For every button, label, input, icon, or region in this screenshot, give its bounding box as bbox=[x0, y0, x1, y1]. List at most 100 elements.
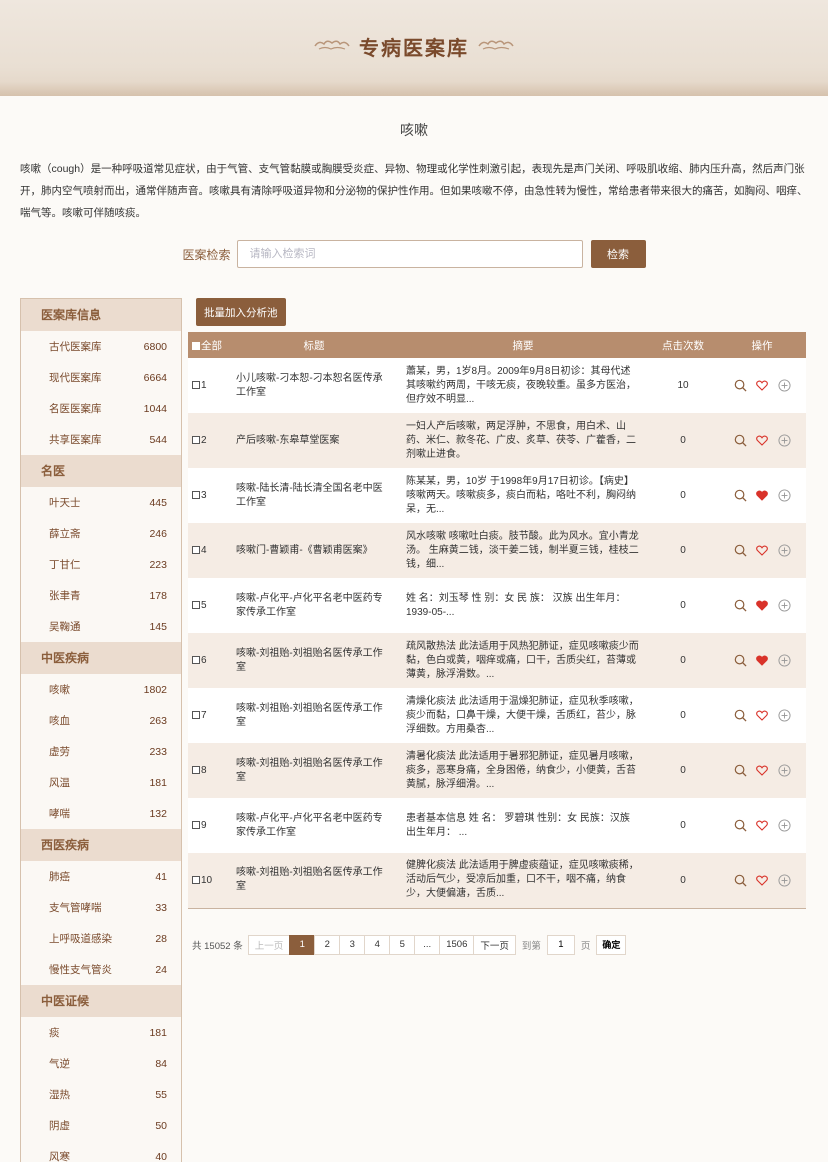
row-title[interactable]: 咳嗽-刘祖贻-刘祖贻名医传承工作室 bbox=[230, 743, 398, 798]
add-circle-icon[interactable] bbox=[777, 599, 791, 613]
view-search-icon[interactable] bbox=[733, 654, 747, 668]
sidebar-item[interactable]: 哮喘 132 bbox=[21, 798, 181, 829]
add-circle-icon[interactable] bbox=[777, 489, 791, 503]
heart-filled-icon[interactable] bbox=[755, 489, 769, 503]
sidebar-item[interactable]: 气逆 84 bbox=[21, 1048, 181, 1079]
row-title[interactable]: 小儿咳嗽-刁本恕-刁本恕名医传承工作室 bbox=[230, 358, 398, 413]
sidebar-item[interactable]: 张聿青 178 bbox=[21, 580, 181, 611]
sidebar-item[interactable]: 风温 181 bbox=[21, 767, 181, 798]
row-select-cell[interactable]: 1 bbox=[188, 358, 230, 413]
page-button[interactable]: 1506 bbox=[439, 934, 475, 955]
sidebar-item[interactable]: 共享医案库 544 bbox=[21, 424, 181, 455]
add-circle-icon[interactable] bbox=[777, 873, 791, 887]
row-checkbox[interactable] bbox=[192, 766, 200, 774]
select-all-checkbox[interactable] bbox=[192, 341, 200, 350]
row-abstract: 风水咳嗽 咳嗽吐白痰。肢节酸。此为风水。宜小青龙汤。 生麻黄二钱，淡干姜二钱，制… bbox=[406, 530, 639, 570]
sidebar-item[interactable]: 古代医案库 6800 bbox=[21, 331, 181, 362]
view-search-icon[interactable] bbox=[733, 599, 747, 613]
row-title[interactable]: 咳嗽-刘祖贻-刘祖贻名医传承工作室 bbox=[230, 688, 398, 743]
heart-outline-icon[interactable] bbox=[755, 819, 769, 833]
select-all-header[interactable]: 全部 bbox=[188, 332, 230, 358]
heart-filled-icon[interactable] bbox=[755, 599, 769, 613]
add-circle-icon[interactable] bbox=[777, 819, 791, 833]
next-page-button[interactable]: 下一页 bbox=[473, 934, 516, 955]
row-checkbox[interactable] bbox=[192, 875, 200, 884]
heart-outline-icon[interactable] bbox=[755, 434, 769, 448]
sidebar-item[interactable]: 叶天士 445 bbox=[21, 487, 181, 518]
sidebar-item[interactable]: 阴虚 50 bbox=[21, 1110, 181, 1141]
row-title[interactable]: 咳嗽-陆长清-陆长清全国名老中医工作室 bbox=[230, 468, 398, 523]
view-search-icon[interactable] bbox=[733, 489, 747, 503]
sidebar-item[interactable]: 慢性支气管炎 24 bbox=[21, 954, 181, 985]
sidebar-item[interactable]: 风寒 40 bbox=[21, 1141, 181, 1162]
sidebar-item[interactable]: 吴鞠通 145 bbox=[21, 611, 181, 642]
sidebar-item[interactable]: 肺癌 41 bbox=[21, 861, 181, 892]
sidebar-item[interactable]: 咳嗽 1802 bbox=[21, 674, 181, 705]
page-button[interactable]: 2 bbox=[314, 934, 341, 955]
sidebar-item[interactable]: 支气管哮喘 33 bbox=[21, 892, 181, 923]
add-circle-icon[interactable] bbox=[777, 544, 791, 558]
view-search-icon[interactable] bbox=[733, 379, 747, 393]
view-search-icon[interactable] bbox=[733, 544, 747, 558]
row-select-cell[interactable]: 5 bbox=[188, 578, 230, 633]
add-circle-icon[interactable] bbox=[777, 764, 791, 778]
add-circle-icon[interactable] bbox=[777, 654, 791, 668]
prev-page-button[interactable]: 上一页 bbox=[247, 934, 291, 955]
row-select-cell[interactable]: 7 bbox=[188, 688, 230, 743]
sidebar-item[interactable]: 上呼吸道感染 28 bbox=[21, 923, 181, 954]
sidebar-item[interactable]: 虚劳 233 bbox=[21, 736, 181, 767]
row-title[interactable]: 咳嗽-卢化平-卢化平名老中医药专家传承工作室 bbox=[230, 798, 398, 853]
page-button[interactable]: 1 bbox=[289, 934, 316, 955]
heart-outline-icon[interactable] bbox=[755, 544, 769, 558]
row-checkbox[interactable] bbox=[192, 491, 200, 499]
row-title[interactable]: 咳嗽-卢化平-卢化平名老中医药专家传承工作室 bbox=[230, 578, 398, 633]
row-checkbox[interactable] bbox=[192, 711, 200, 719]
row-checkbox[interactable] bbox=[192, 601, 200, 609]
view-search-icon[interactable] bbox=[733, 873, 747, 887]
row-checkbox[interactable] bbox=[192, 656, 200, 664]
sidebar-item[interactable]: 湿热 55 bbox=[21, 1079, 181, 1110]
page-button[interactable]: 3 bbox=[339, 934, 366, 955]
heart-filled-icon[interactable] bbox=[755, 654, 769, 668]
search-input[interactable] bbox=[236, 240, 583, 268]
sidebar-item[interactable]: 丁甘仁 223 bbox=[21, 549, 181, 580]
heart-outline-icon[interactable] bbox=[755, 764, 769, 778]
page-button[interactable]: 4 bbox=[364, 934, 391, 955]
row-select-cell[interactable]: 6 bbox=[188, 633, 230, 688]
search-button[interactable]: 检索 bbox=[590, 240, 646, 268]
view-search-icon[interactable] bbox=[733, 709, 747, 723]
row-title[interactable]: 咳嗽门-曹颖甫-《曹颖甫医案》 bbox=[230, 523, 398, 578]
row-checkbox[interactable] bbox=[192, 821, 200, 829]
search-bar: 医案检索 检索 bbox=[20, 240, 808, 268]
page-button[interactable]: 5 bbox=[389, 934, 416, 955]
row-select-cell[interactable]: 9 bbox=[188, 798, 230, 853]
view-search-icon[interactable] bbox=[733, 764, 747, 778]
row-select-cell[interactable]: 8 bbox=[188, 743, 230, 798]
row-title[interactable]: 咳嗽-刘祖贻-刘祖贻名医传承工作室 bbox=[230, 853, 398, 908]
heart-outline-icon[interactable] bbox=[755, 709, 769, 723]
sidebar-item[interactable]: 咳血 263 bbox=[21, 705, 181, 736]
row-select-cell[interactable]: 4 bbox=[188, 523, 230, 578]
heart-outline-icon[interactable] bbox=[755, 379, 769, 393]
view-search-icon[interactable] bbox=[733, 819, 747, 833]
heart-outline-icon[interactable] bbox=[755, 873, 769, 887]
row-checkbox[interactable] bbox=[192, 546, 200, 554]
row-title[interactable]: 咳嗽-刘祖贻-刘祖贻名医传承工作室 bbox=[230, 633, 398, 688]
row-select-cell[interactable]: 2 bbox=[188, 413, 230, 468]
batch-add-button[interactable]: 批量加入分析池 bbox=[196, 298, 286, 326]
row-select-cell[interactable]: 10 bbox=[188, 853, 230, 908]
add-circle-icon[interactable] bbox=[777, 709, 791, 723]
view-search-icon[interactable] bbox=[733, 434, 747, 448]
add-circle-icon[interactable] bbox=[777, 434, 791, 448]
add-circle-icon[interactable] bbox=[777, 379, 791, 393]
row-checkbox[interactable] bbox=[192, 436, 200, 444]
goto-page-input[interactable] bbox=[546, 934, 575, 955]
row-title[interactable]: 产后咳嗽-东皋草堂医案 bbox=[230, 413, 398, 468]
sidebar-item[interactable]: 现代医案库 6664 bbox=[21, 362, 181, 393]
row-checkbox[interactable] bbox=[192, 381, 200, 389]
goto-confirm-button[interactable]: 确定 bbox=[596, 934, 627, 955]
sidebar-item[interactable]: 名医医案库 1044 bbox=[21, 393, 181, 424]
sidebar-item[interactable]: 痰 181 bbox=[21, 1017, 181, 1048]
sidebar-item[interactable]: 薛立斋 246 bbox=[21, 518, 181, 549]
row-select-cell[interactable]: 3 bbox=[188, 468, 230, 523]
